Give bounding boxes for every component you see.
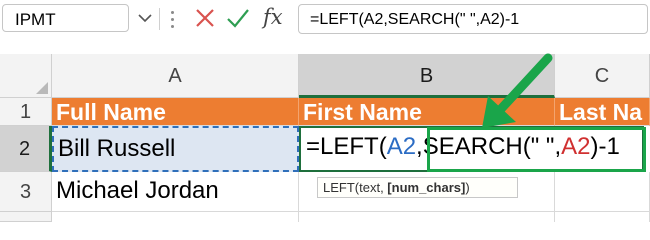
cell-text: First Name	[303, 99, 422, 125]
tooltip-text: LEFT(text,	[323, 180, 388, 195]
row-label: 1	[19, 101, 32, 123]
row-header-3[interactable]: 3	[0, 172, 52, 212]
confirm-icon[interactable]	[226, 7, 250, 29]
column-header-a[interactable]: A	[52, 54, 299, 98]
row-label: 3	[19, 181, 32, 203]
cell-c3[interactable]	[555, 172, 650, 212]
cell-c4[interactable]	[555, 212, 650, 222]
formula-token: ,	[416, 133, 423, 160]
cell-a2[interactable]: Bill Russell	[52, 126, 299, 172]
chevron-down-icon[interactable]	[138, 13, 152, 23]
cancel-icon[interactable]	[194, 7, 216, 29]
function-tooltip: LEFT(text, [num_chars])	[317, 177, 518, 198]
cell-b2-editing[interactable]: =LEFT(A2,SEARCH(" ",A2)-1	[299, 126, 644, 172]
tooltip-text: )	[465, 180, 470, 195]
formula-bar: IPMT fx =LEFT(A2,SEARCH(" ",A2)-1	[0, 0, 650, 41]
divider	[159, 8, 160, 30]
cell-b4[interactable]	[299, 212, 555, 222]
insert-function-icon[interactable]: fx	[263, 5, 283, 29]
name-box[interactable]: IPMT	[2, 4, 129, 32]
cell-text: Michael Jordan	[56, 177, 219, 204]
formula-token: =LEFT(	[306, 133, 387, 160]
range-reference: A2	[386, 133, 417, 160]
column-header-c[interactable]: C	[555, 54, 650, 98]
cell-text: Bill Russell	[58, 135, 176, 162]
cell-a3[interactable]: Michael Jordan	[52, 172, 299, 212]
cell-formula: =LEFT(A2,SEARCH(" ",A2)-1	[306, 133, 620, 161]
formula-token: SEARCH(" ",	[422, 133, 562, 160]
name-box-value: IPMT	[15, 10, 56, 29]
cell-a1[interactable]: Full Name	[52, 98, 299, 126]
row-header-1[interactable]: 1	[0, 98, 52, 126]
column-label: A	[168, 65, 182, 87]
fx-label: fx	[263, 5, 283, 29]
row-label: 2	[18, 138, 31, 160]
range-reference: A2	[561, 133, 591, 160]
column-label: C	[594, 65, 610, 87]
column-label: B	[419, 65, 434, 87]
formula-text: =LEFT(A2,SEARCH(" ",A2)-1	[310, 11, 520, 28]
cell-a4[interactable]	[52, 212, 299, 222]
row-header-4[interactable]: 4	[0, 212, 52, 222]
cell-c1[interactable]: Last Na	[555, 98, 650, 126]
tooltip-current-arg: [num_chars]	[387, 180, 466, 195]
cell-text: Full Name	[56, 99, 166, 125]
drag-handle-icon[interactable]	[171, 8, 175, 30]
select-all-button[interactable]	[0, 54, 52, 98]
arrow-icon	[482, 53, 553, 128]
cell-text: Last Na	[559, 99, 643, 125]
formula-input[interactable]: =LEFT(A2,SEARCH(" ",A2)-1	[298, 4, 648, 34]
formula-token: )-1	[590, 133, 620, 160]
row-header-2[interactable]: 2	[0, 126, 52, 172]
